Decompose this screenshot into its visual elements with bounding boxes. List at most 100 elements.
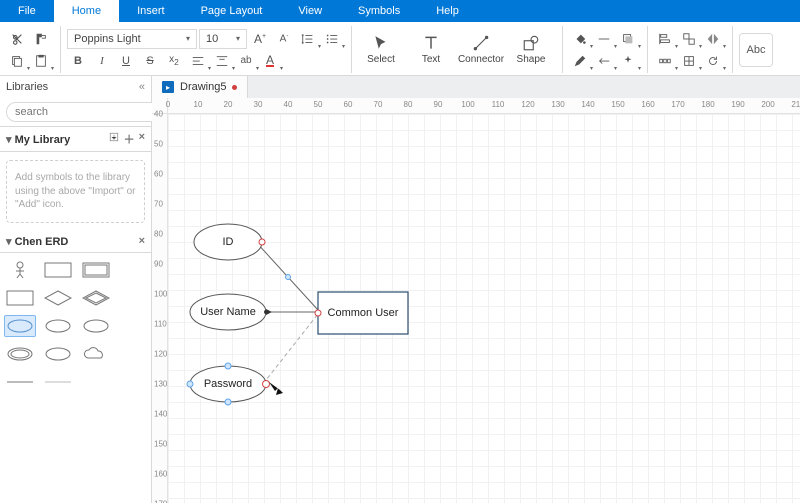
flip-button[interactable]: ▾	[702, 28, 724, 50]
menu-page[interactable]: Page Layout	[183, 0, 281, 22]
cursor-feedback	[269, 382, 283, 395]
selection-handle-icon[interactable]	[187, 381, 193, 387]
font-color-button[interactable]: A▾	[259, 50, 281, 72]
palette-key-attribute[interactable]	[42, 315, 74, 337]
rect-icon	[6, 290, 34, 306]
ribbon-style: ▾ ▾ ▾ ▾ ▾ ▾	[569, 26, 648, 73]
copy-button[interactable]: ▾	[6, 50, 28, 72]
ruler-tick: 60	[344, 100, 353, 109]
palette-derived-attribute[interactable]	[80, 315, 112, 337]
rotate-button[interactable]: ▾	[702, 50, 724, 72]
cut-button[interactable]	[6, 28, 28, 50]
drawing-canvas[interactable]: ID User Name Password	[168, 114, 800, 503]
menu-symbols[interactable]: Symbols	[340, 0, 418, 22]
palette-line2[interactable]	[42, 371, 74, 393]
search-input[interactable]	[6, 102, 166, 122]
shrink-font-button[interactable]: A-	[273, 28, 295, 50]
format-painter-button[interactable]	[30, 28, 52, 50]
align-objects-button[interactable]: ▾	[654, 28, 676, 50]
entity-common-user[interactable]: Common User	[286, 275, 409, 335]
sparkle-icon	[621, 54, 635, 68]
style-preset-button[interactable]: Abc	[739, 33, 773, 67]
select-tool-label: Select	[367, 54, 395, 65]
text-tool-button[interactable]: Text	[408, 27, 454, 73]
palette-relationship[interactable]	[42, 287, 74, 309]
size-button[interactable]: ▾	[678, 50, 700, 72]
ruler-tick: 160	[154, 470, 167, 479]
mylibrary-header[interactable]: ▾ My Library ＋ ×	[0, 127, 151, 152]
bold-button[interactable]: B	[67, 50, 89, 72]
palette-multi-attribute[interactable]	[4, 343, 36, 365]
tab-strip: Libraries « ▸ Drawing5	[0, 76, 800, 98]
connector-tool-button[interactable]: Connector	[458, 27, 504, 73]
attribute-username[interactable]: User Name	[190, 294, 272, 330]
menu-insert[interactable]: Insert	[119, 0, 183, 22]
add-button[interactable]: ＋	[124, 131, 135, 147]
valign-button[interactable]: ▾	[211, 50, 233, 72]
line-style-button[interactable]: ▾	[593, 28, 615, 50]
arrowhead-icon	[266, 309, 272, 315]
connection-point-icon[interactable]	[259, 239, 265, 245]
fill-color-button[interactable]: ▾	[569, 28, 591, 50]
palette-line1[interactable]	[4, 371, 36, 393]
grow-font-button[interactable]: A+	[249, 28, 271, 50]
ribbon-tools: Select Text Connector Shape	[358, 26, 563, 73]
vertical-ruler[interactable]: 405060708090100110120130140150160170	[152, 114, 168, 503]
menu-help[interactable]: Help	[418, 0, 477, 22]
group-button[interactable]: ▾	[678, 28, 700, 50]
menu-bar: File Home Insert Page Layout View Symbol…	[0, 0, 800, 22]
palette-entity[interactable]	[42, 259, 74, 281]
menu-file[interactable]: File	[0, 0, 54, 22]
horizontal-ruler[interactable]: 0102030405060708090100110120130140150160…	[168, 98, 800, 114]
double-ellipse-icon	[6, 346, 34, 362]
ruler-tick: 140	[154, 410, 167, 419]
palette-actor[interactable]	[4, 259, 36, 281]
document-tab-label: Drawing5	[180, 81, 226, 93]
italic-button[interactable]: I	[91, 50, 113, 72]
palette-weak-relationship[interactable]	[80, 287, 112, 309]
align-left-button[interactable]: ▾	[187, 50, 209, 72]
attribute-password[interactable]: Password	[187, 363, 270, 405]
select-tool-button[interactable]: Select	[358, 27, 404, 73]
collapse-sidebar-button[interactable]: «	[139, 81, 145, 93]
palette-cloud[interactable]	[80, 343, 112, 365]
line-color-button[interactable]: ▾	[569, 50, 591, 72]
font-size-select[interactable]: 10 ▾	[199, 29, 247, 49]
line-spacing-button[interactable]: ▾	[297, 28, 319, 50]
close-lib-button[interactable]: ×	[139, 131, 145, 147]
ruler-tick: 150	[611, 100, 624, 109]
menu-view[interactable]: View	[280, 0, 340, 22]
shape-tool-button[interactable]: Shape	[508, 27, 554, 73]
connection-point-icon[interactable]	[263, 381, 270, 388]
palette-entity2[interactable]	[4, 287, 36, 309]
attribute-id[interactable]: ID	[194, 224, 265, 260]
chen-erd-header[interactable]: ▾ Chen ERD ×	[0, 231, 151, 253]
text-case-button[interactable]: ab▾	[235, 50, 257, 72]
distribute-button[interactable]: ▾	[654, 50, 676, 72]
font-name-select[interactable]: Poppins Light ▾	[67, 29, 197, 49]
palette-weak-entity[interactable]	[80, 259, 112, 281]
align-left-icon	[191, 54, 205, 68]
document-tab[interactable]: ▸ Drawing5	[152, 76, 248, 98]
import-button[interactable]	[108, 131, 120, 147]
selection-handle-icon[interactable]	[225, 363, 231, 369]
arrow-start-button[interactable]: ▾	[593, 50, 615, 72]
ribbon-arrange: ▾ ▾ ▾ ▾ ▾ ▾	[654, 26, 733, 73]
connection-point-icon[interactable]	[315, 310, 321, 316]
sub-super-button[interactable]: x2	[163, 50, 185, 72]
palette-attribute[interactable]	[4, 315, 36, 337]
entity-label: Common User	[328, 307, 399, 319]
bullets-button[interactable]: ▾	[321, 28, 343, 50]
conn-password-entity[interactable]	[263, 314, 318, 384]
menu-home[interactable]: Home	[54, 0, 119, 22]
paste-button[interactable]: ▾	[30, 50, 52, 72]
palette-attribute2[interactable]	[42, 343, 74, 365]
shadow-button[interactable]: ▾	[617, 28, 639, 50]
cloud-icon	[82, 346, 110, 362]
selection-handle-icon[interactable]	[225, 399, 231, 405]
close-chen-button[interactable]: ×	[139, 235, 145, 247]
strike-button[interactable]: S	[139, 50, 161, 72]
quick-style-button[interactable]: ▾	[617, 50, 639, 72]
underline-button[interactable]: U	[115, 50, 137, 72]
cursor-icon	[269, 382, 283, 395]
